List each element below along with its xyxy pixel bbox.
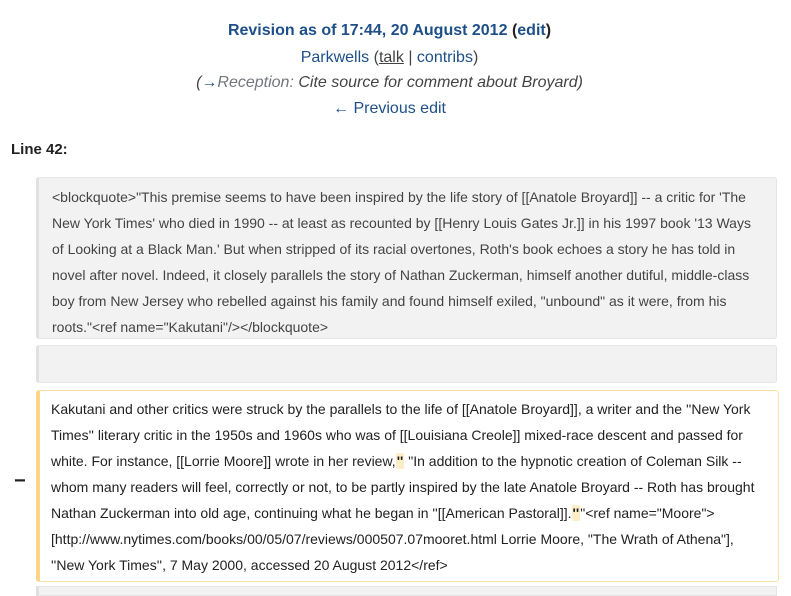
user-line: Parkwells (talk | contribs): [300, 49, 479, 66]
contribs-link[interactable]: contribs: [417, 49, 473, 66]
deletion-marker: −: [14, 470, 26, 492]
previous-edit-link[interactable]: ← Previous edit: [0, 96, 779, 122]
edit-link[interactable]: edit: [517, 22, 545, 39]
revision-link[interactable]: Revision as of 17:44, 20 August 2012: [228, 22, 508, 39]
summary-section: Reception:: [217, 74, 294, 91]
diff-deleted-block: Kakutani and other critics were struck b…: [36, 390, 779, 582]
diff-context-block: <blockquote>"This premise seems to have …: [36, 177, 777, 339]
deleted-highlight-2: '': [571, 505, 581, 521]
link-separator: |: [408, 49, 413, 66]
revision-header: Revision as of 17:44, 20 August 2012 (ed…: [0, 20, 779, 122]
revision-title: Revision as of 17:44, 20 August 2012 (ed…: [227, 22, 552, 39]
edit-summary: (→Reception: Cite source for comment abo…: [196, 74, 583, 91]
diff-empty-block: [36, 345, 777, 383]
user-name-link[interactable]: Parkwells: [301, 49, 369, 66]
diff-next-block: [36, 586, 777, 596]
talk-link[interactable]: talk: [379, 49, 404, 66]
context-text: <blockquote>"This premise seems to have …: [52, 189, 751, 335]
diff-line-number: Line 42:: [11, 141, 68, 158]
summary-text: Cite source for comment about Broyard: [298, 74, 578, 91]
section-arrow-link[interactable]: →: [201, 74, 217, 91]
